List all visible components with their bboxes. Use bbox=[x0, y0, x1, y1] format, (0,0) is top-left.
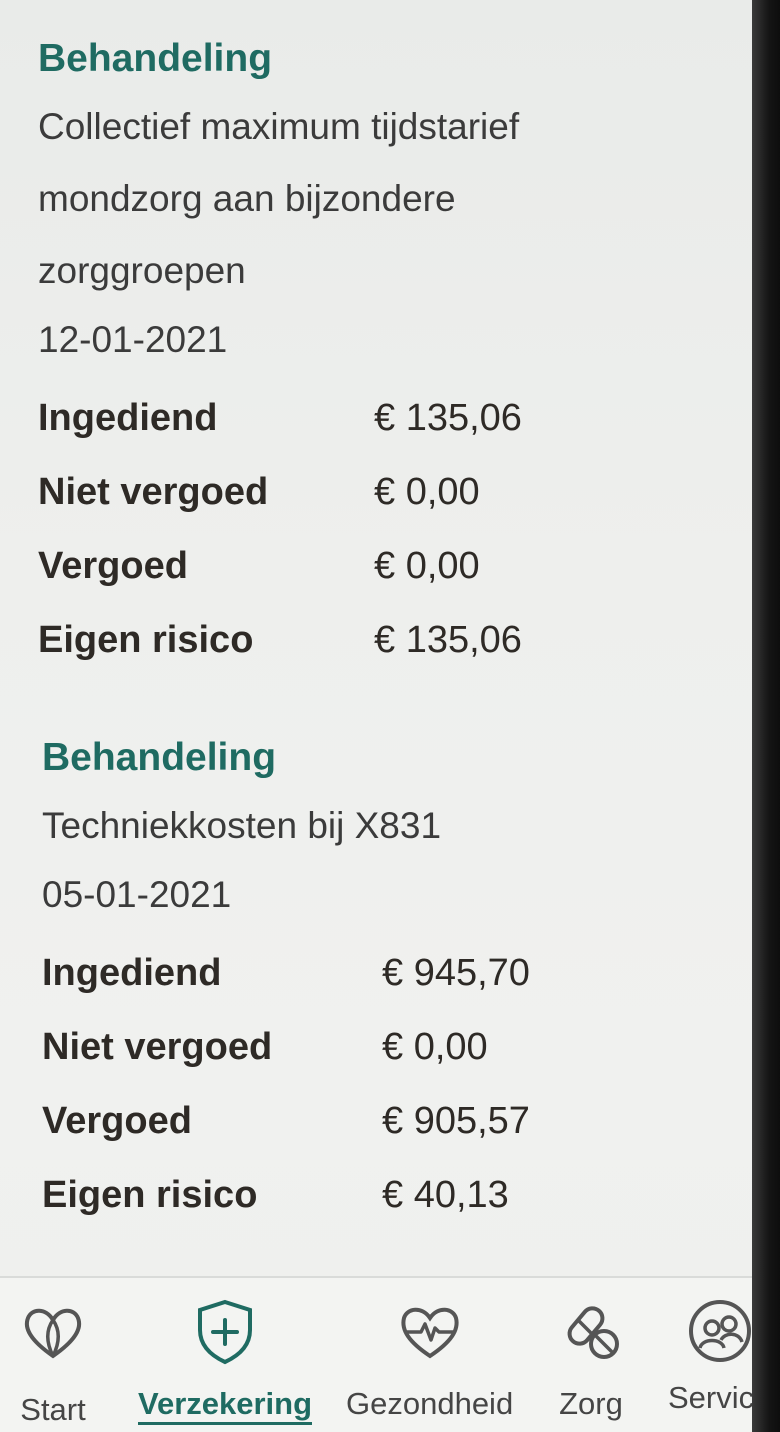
nav-label-zorg: Zorg bbox=[559, 1386, 623, 1421]
heart-outline-icon bbox=[24, 1308, 82, 1359]
claim-description: Techniekkosten bij X831 bbox=[42, 804, 442, 846]
nav-label-start: Start bbox=[20, 1392, 86, 1427]
row-label: Vergoed bbox=[42, 1099, 192, 1142]
nav-item-start[interactable]: Start bbox=[18, 1296, 88, 1428]
app-screen: Behandeling Collectief maximum tijdstari… bbox=[0, 0, 752, 1432]
shield-plus-icon bbox=[198, 1299, 253, 1365]
claim-description: Collectief maximum tijdstarief mondzorg … bbox=[38, 105, 520, 291]
claim-row-vergoed: Vergoed € 905,57 bbox=[42, 1100, 728, 1174]
nav-item-verzekering[interactable]: Verzekering bbox=[138, 1296, 313, 1425]
claim-row-eigen-risico: Eigen risico € 135,06 bbox=[38, 619, 728, 693]
row-value: € 0,00 bbox=[374, 544, 480, 587]
pills-icon bbox=[567, 1306, 619, 1359]
claim-card: Behandeling Techniekkosten bij X831 05-0… bbox=[42, 735, 728, 1248]
row-label: Eigen risico bbox=[38, 618, 254, 661]
row-label: Niet vergoed bbox=[38, 470, 269, 513]
claim-row-niet-vergoed: Niet vergoed € 0,00 bbox=[38, 471, 728, 545]
claim-date: 12-01-2021 bbox=[38, 318, 228, 360]
claim-row-niet-vergoed: Niet vergoed € 0,00 bbox=[42, 1026, 728, 1100]
claim-heading: Behandeling bbox=[42, 735, 277, 779]
claim-row-ingediend: Ingediend € 945,70 bbox=[42, 952, 728, 1026]
heart-pulse-icon bbox=[400, 1307, 459, 1359]
bottom-navigation: Start Verzekering Gezondheid Zorg Servic bbox=[0, 1276, 752, 1432]
nav-label-gezondheid: Gezondheid bbox=[346, 1386, 514, 1421]
row-value: € 0,00 bbox=[382, 1025, 488, 1068]
row-value: € 905,57 bbox=[382, 1099, 530, 1142]
row-value: € 40,13 bbox=[382, 1173, 509, 1216]
people-icon bbox=[688, 1300, 751, 1362]
claim-heading: Behandeling bbox=[38, 37, 273, 80]
nav-label-verzekering: Verzekering bbox=[138, 1386, 313, 1425]
row-label: Eigen risico bbox=[42, 1173, 258, 1216]
claim-row-eigen-risico: Eigen risico € 40,13 bbox=[42, 1174, 728, 1248]
row-label: Ingediend bbox=[38, 396, 218, 439]
claim-date: 05-01-2021 bbox=[42, 873, 232, 915]
row-label: Niet vergoed bbox=[42, 1025, 273, 1068]
row-label: Ingediend bbox=[42, 951, 222, 994]
row-label: Vergoed bbox=[38, 544, 188, 587]
nav-item-zorg[interactable]: Zorg bbox=[556, 1296, 626, 1422]
device-bezel bbox=[752, 0, 780, 1432]
nav-item-gezondheid[interactable]: Gezondheid bbox=[346, 1296, 513, 1422]
claim-row-ingediend: Ingediend € 135,06 bbox=[38, 397, 728, 471]
claim-card: Behandeling Collectief maximum tijdstari… bbox=[38, 36, 728, 693]
row-value: € 945,70 bbox=[382, 951, 530, 994]
claim-row-vergoed: Vergoed € 0,00 bbox=[38, 545, 728, 619]
claims-list: Behandeling Collectief maximum tijdstari… bbox=[38, 28, 728, 1290]
row-value: € 0,00 bbox=[374, 470, 480, 513]
row-value: € 135,06 bbox=[374, 618, 522, 661]
row-value: € 135,06 bbox=[374, 396, 522, 439]
nav-label-service: Service bbox=[668, 1380, 752, 1415]
nav-item-service[interactable]: Service bbox=[668, 1296, 752, 1416]
